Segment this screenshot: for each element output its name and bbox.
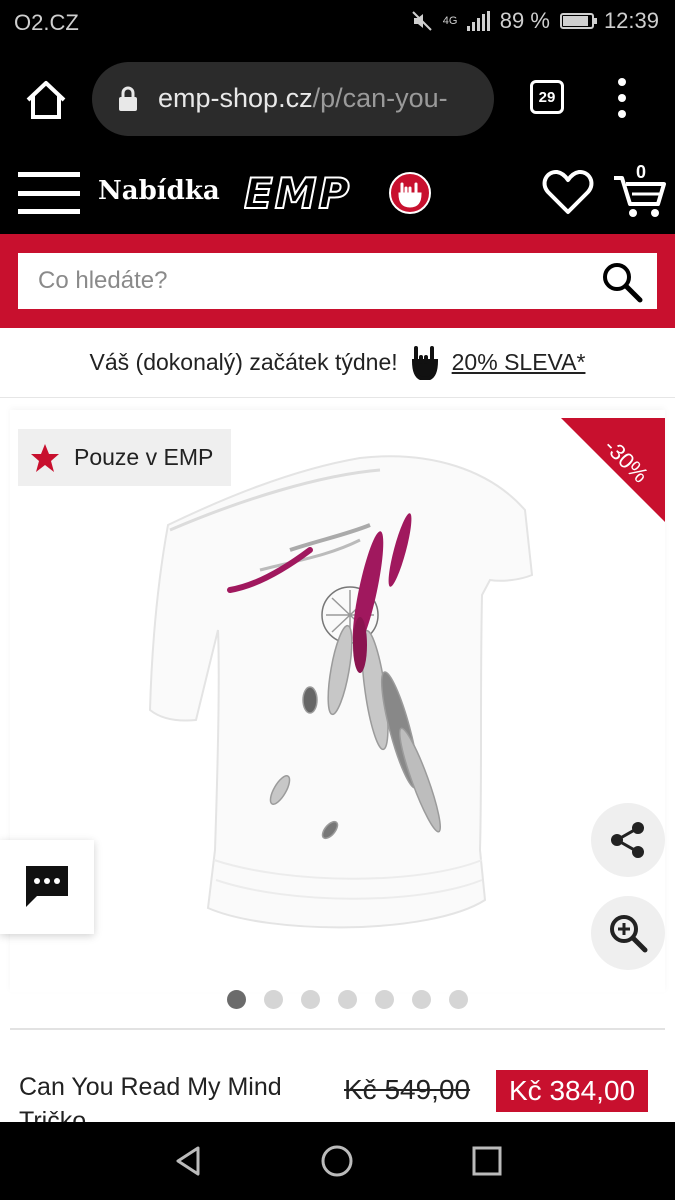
- cart-count: 0: [636, 162, 647, 182]
- heart-icon[interactable]: [542, 168, 594, 216]
- carrier-label: O2.CZ: [14, 10, 79, 35]
- pagination-dot[interactable]: [375, 990, 394, 1009]
- promo-text: Váš (dokonalý) začátek týdne!: [89, 349, 398, 375]
- lock-icon: [119, 86, 137, 111]
- share-icon-glyph: [611, 822, 644, 858]
- search-bar: [0, 234, 675, 328]
- pagination-dot[interactable]: [264, 990, 283, 1009]
- battery-fill: [562, 16, 588, 26]
- clock: 12:39: [603, 8, 659, 33]
- menu-label[interactable]: Nabídka: [98, 176, 220, 206]
- status-bar: O2.CZ 4G 89 % 12:39: [0, 0, 675, 46]
- rock-hand-icon: [411, 345, 438, 380]
- tab-count: 29: [538, 88, 556, 106]
- product-gallery[interactable]: Pouze v EMP -30%: [10, 410, 665, 1009]
- emp-logo[interactable]: EMP: [244, 170, 434, 216]
- more-icon[interactable]: [612, 78, 632, 118]
- battery-percent: 89 %: [499, 8, 550, 33]
- pagination-dot[interactable]: [412, 990, 431, 1009]
- product-image-tshirt[interactable]: [130, 430, 550, 950]
- back-icon[interactable]: [172, 1144, 206, 1178]
- site-header: Nabídka EMP 0: [0, 150, 675, 234]
- zoom-in-icon[interactable]: [591, 896, 665, 970]
- network-label: 4G: [442, 15, 458, 27]
- mute-icon: [412, 11, 432, 31]
- product-info: Can You Read My Mind Tričko Kč 549,00 Kč…: [0, 1048, 675, 1128]
- signal-icon: [466, 11, 490, 31]
- old-price: Kč 549,00: [344, 1074, 471, 1105]
- status-icons: 4G 89 % 12:39: [411, 8, 659, 34]
- search-icon[interactable]: [601, 261, 643, 303]
- pagination-dot[interactable]: [449, 990, 468, 1009]
- home-nav-icon[interactable]: [320, 1144, 354, 1178]
- sale-price: Kč 384,00: [496, 1070, 649, 1112]
- pagination-dot[interactable]: [301, 990, 320, 1009]
- home-icon[interactable]: [22, 76, 70, 124]
- product-name: Can You Read My Mind Tričko: [19, 1073, 282, 1128]
- star-icon: [31, 443, 59, 472]
- pagination-dot[interactable]: [338, 990, 357, 1009]
- search-box: [18, 253, 657, 309]
- chat-icon-glyph: [26, 866, 68, 907]
- chat-icon[interactable]: [0, 840, 94, 934]
- address-bar[interactable]: emp-shop.cz/p/can-you-: [92, 62, 494, 136]
- system-nav-bar: [0, 1122, 675, 1200]
- browser-toolbar: emp-shop.cz/p/can-you- 29: [0, 46, 675, 150]
- gallery-pagination: [10, 990, 675, 1012]
- section-divider: [10, 1028, 665, 1030]
- battery-icon: [559, 13, 597, 29]
- promo-banner: Váš (dokonalý) začátek týdne! 20% SLEVA*: [0, 328, 675, 398]
- recents-icon[interactable]: [470, 1144, 504, 1178]
- url-text: emp-shop.cz/p/can-you-: [158, 83, 448, 113]
- discount-badge: -30%: [561, 418, 665, 522]
- hamburger-icon[interactable]: [18, 172, 80, 214]
- promo-link[interactable]: 20% SLEVA*: [452, 349, 586, 376]
- tabs-icon[interactable]: 29: [530, 80, 564, 114]
- share-icon[interactable]: [591, 803, 665, 877]
- search-input[interactable]: [18, 253, 578, 309]
- svg-text:EMP: EMP: [244, 170, 351, 216]
- pagination-dot[interactable]: [227, 990, 246, 1009]
- zoom-in-icon-glyph: [610, 915, 648, 953]
